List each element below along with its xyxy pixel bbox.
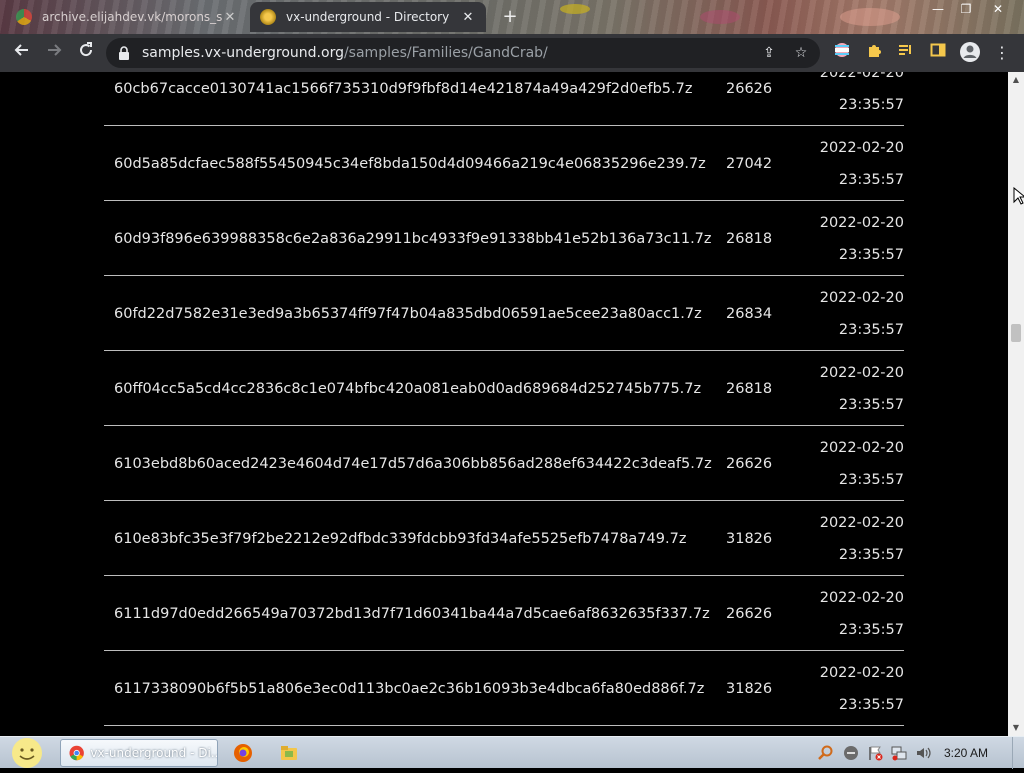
file-link[interactable]: 60d93f896e639988358c6e2a836a29911bc4933f… — [114, 231, 712, 247]
wallpaper-decoration — [840, 8, 900, 26]
file-time: 23:35:57 — [838, 697, 904, 713]
browser-toolbar: samples.vx-underground.org/samples/Famil… — [0, 34, 1024, 72]
file-time: 23:35:57 — [838, 172, 904, 188]
tab-archive[interactable]: archive.elijahdev.vk/morons_swe... ✕ — [6, 2, 248, 32]
file-link[interactable]: 6103ebd8b60aced2423e4604d74e17d57d6a306b… — [114, 456, 712, 472]
file-date: 2022-02-20 — [819, 665, 904, 681]
reload-icon[interactable] — [74, 41, 98, 65]
tab-vx-underground[interactable]: vx-underground - Directory ✕ — [250, 2, 486, 32]
url-domain: samples.vx-underground.org — [142, 45, 344, 61]
file-link[interactable]: 60fd22d7582e31e3ed9a3b65374ff97f47b04a83… — [114, 306, 702, 322]
bookmark-star-icon[interactable]: ☆ — [792, 44, 810, 62]
close-tab-icon[interactable]: ✕ — [222, 10, 238, 25]
address-bar[interactable]: samples.vx-underground.org/samples/Famil… — [106, 38, 820, 68]
table-row: 6111d97d0edd266549a70372bd13d7f71d60341b… — [104, 576, 904, 651]
file-date: 2022-02-20 — [819, 590, 904, 606]
file-link[interactable]: 610e83bfc35e3f79f2be2212e92dfbdc339fdcbb… — [114, 531, 686, 547]
file-time: 23:35:57 — [838, 547, 904, 563]
file-size: 31826 — [726, 531, 773, 547]
table-row: 60d5a85dcfaec588f55450945c34ef8bda150d4d… — [104, 126, 904, 201]
file-time: 23:35:57 — [838, 622, 904, 638]
volume-speaker-icon[interactable] — [915, 745, 931, 761]
media-queue-icon[interactable] — [894, 41, 918, 65]
vx-underground-favicon — [260, 9, 276, 25]
directory-listing: 60cb67cacce0130741ac1566f735310d9f9fbf8d… — [0, 72, 1008, 736]
file-link[interactable]: 60cb67cacce0130741ac1566f735310d9f9fbf8d… — [114, 81, 692, 97]
table-row: 60cb67cacce0130741ac1566f735310d9f9fbf8d… — [104, 72, 904, 126]
action-center-flag-icon[interactable] — [867, 745, 883, 761]
file-time: 23:35:57 — [838, 472, 904, 488]
file-date: 2022-02-20 — [819, 140, 904, 156]
file-link[interactable]: 6111d97d0edd266549a70372bd13d7f71d60341b… — [114, 606, 710, 622]
file-date: 2022-02-20 — [819, 215, 904, 231]
table-row: 60fd22d7582e31e3ed9a3b65374ff97f47b04a83… — [104, 276, 904, 351]
scrollbar-thumb[interactable] — [1011, 324, 1021, 342]
file-size: 26626 — [726, 81, 773, 97]
menu-kebab-icon[interactable]: ⋮ — [990, 41, 1014, 65]
wallpaper-decoration — [700, 10, 740, 24]
taskbar-chrome-window[interactable]: vx-underground - Di... — [60, 739, 218, 767]
forward-arrow-icon[interactable] — [42, 41, 66, 65]
chrome-favicon — [16, 9, 32, 25]
table-row: 6117338090b6f5b51a806e3ec0d113bc0ae2c36b… — [104, 651, 904, 726]
file-date: 2022-02-20 — [819, 72, 904, 81]
file-link[interactable]: 6117338090b6f5b51a806e3ec0d113bc0ae2c36b… — [114, 681, 704, 697]
close-tab-icon[interactable]: ✕ — [460, 10, 476, 25]
tab-title: archive.elijahdev.vk/morons_swe... — [42, 10, 222, 24]
search-magnifier-icon[interactable] — [818, 745, 834, 761]
file-size: 26626 — [726, 606, 773, 622]
smiley-tray-icon[interactable] — [843, 745, 859, 761]
file-table: 60cb67cacce0130741ac1566f735310d9f9fbf8d… — [104, 72, 904, 726]
vertical-scrollbar[interactable]: ▲ ▼ — [1008, 72, 1024, 736]
chrome-icon — [69, 745, 84, 761]
file-date: 2022-02-20 — [819, 440, 904, 456]
file-time: 23:35:57 — [838, 97, 904, 113]
share-icon[interactable]: ⇪ — [760, 44, 778, 62]
file-size: 26818 — [726, 231, 773, 247]
file-size: 26818 — [726, 381, 773, 397]
side-panel-icon[interactable] — [926, 41, 950, 65]
file-explorer-folder-icon[interactable] — [279, 743, 299, 763]
scroll-up-arrow-icon[interactable]: ▲ — [1008, 72, 1024, 88]
taskbar-clock[interactable]: 3:20 AM — [944, 746, 988, 760]
network-icon[interactable] — [891, 745, 907, 761]
tab-title: vx-underground - Directory — [286, 10, 450, 24]
file-link[interactable]: 60d5a85dcfaec588f55450945c34ef8bda150d4d… — [114, 156, 706, 172]
file-link[interactable]: 60ff04cc5a5cd4cc2836c8c1e074bfbc420a081e… — [114, 381, 701, 397]
minimize-icon[interactable]: — — [924, 0, 952, 18]
file-time: 23:35:57 — [838, 247, 904, 263]
file-date: 2022-02-20 — [819, 515, 904, 531]
mouse-cursor-icon — [1013, 187, 1024, 205]
file-size: 27042 — [726, 156, 773, 172]
url-path: /samples/Families/GandCrab/ — [343, 45, 548, 61]
tab-strip: archive.elijahdev.vk/morons_swe... ✕ vx-… — [0, 0, 1024, 34]
file-date: 2022-02-20 — [819, 290, 904, 306]
file-size: 26834 — [726, 306, 773, 322]
back-arrow-icon[interactable] — [10, 41, 34, 65]
table-row: 610e83bfc35e3f79f2be2212e92dfbdc339fdcbb… — [104, 501, 904, 576]
lock-icon[interactable] — [118, 45, 130, 64]
restore-icon[interactable]: ❐ — [952, 0, 980, 18]
scroll-down-arrow-icon[interactable]: ▼ — [1008, 720, 1024, 736]
close-window-icon[interactable]: ✕ — [984, 0, 1012, 18]
file-time: 23:35:57 — [838, 322, 904, 338]
wallpaper-decoration — [560, 4, 590, 14]
file-time: 23:35:57 — [838, 397, 904, 413]
table-row: 60ff04cc5a5cd4cc2836c8c1e074bfbc420a081e… — [104, 351, 904, 426]
show-desktop-button[interactable] — [1012, 737, 1024, 769]
start-button[interactable] — [8, 737, 46, 769]
taskbar-window-label: vx-underground - Di... — [90, 746, 217, 760]
file-date: 2022-02-20 — [819, 365, 904, 381]
url-text: samples.vx-underground.org/samples/Famil… — [142, 45, 548, 61]
profile-avatar-icon[interactable] — [958, 41, 982, 65]
firefox-icon[interactable] — [233, 743, 253, 763]
file-size: 31826 — [726, 681, 773, 697]
taskbar: vx-underground - Di... 3:20 AM — [0, 736, 1024, 769]
table-row: 6103ebd8b60aced2423e4604d74e17d57d6a306b… — [104, 426, 904, 501]
new-tab-button[interactable]: + — [500, 6, 520, 28]
extension-flag-icon[interactable] — [830, 41, 854, 65]
file-size: 26626 — [726, 456, 773, 472]
extensions-puzzle-icon[interactable] — [862, 41, 886, 65]
table-row: 60d93f896e639988358c6e2a836a29911bc4933f… — [104, 201, 904, 276]
